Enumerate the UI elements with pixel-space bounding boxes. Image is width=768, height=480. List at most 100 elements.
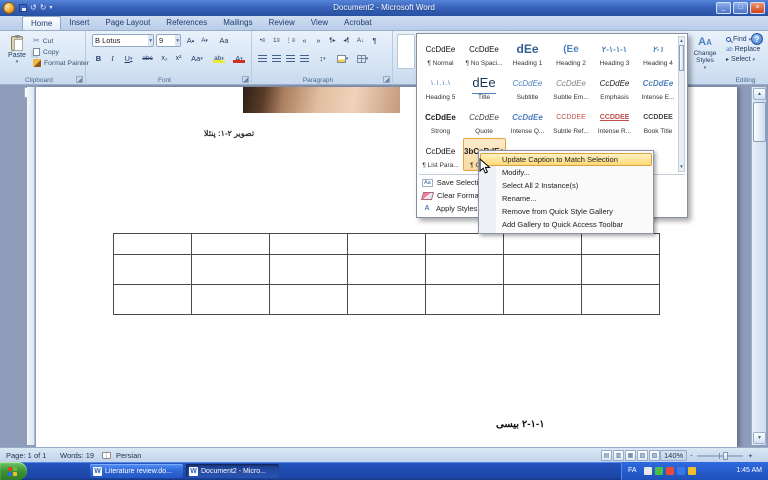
style-item-subtitle[interactable]: CcDdEe Subtitle xyxy=(506,70,549,103)
table-cell[interactable] xyxy=(347,255,425,284)
font-size-combo[interactable]: 9 ▾ xyxy=(156,34,181,47)
tab-page-layout[interactable]: Page Layout xyxy=(97,16,158,30)
menu-item-modify[interactable]: Modify... xyxy=(480,166,652,179)
copy-button[interactable]: Copy xyxy=(33,47,59,57)
table-cell[interactable] xyxy=(191,234,269,254)
network-icon[interactable] xyxy=(677,467,685,475)
menu-item-remove-from-quick-style-gallery[interactable]: Remove from Quick Style Gallery xyxy=(480,205,652,218)
vertical-ruler[interactable] xyxy=(27,87,35,445)
proofing-icon[interactable] xyxy=(102,452,111,459)
show-hide-pilcrow-button[interactable]: ¶ xyxy=(368,34,381,47)
style-item-heading-3[interactable]: ۲-۱-۱-۱ Heading 3 xyxy=(593,36,636,69)
grow-font-button[interactable]: A ▴ xyxy=(184,34,197,47)
tab-mailings[interactable]: Mailings xyxy=(215,16,260,30)
style-item-title[interactable]: dEe Title xyxy=(463,70,506,103)
font-name-combo[interactable]: B Lotus ▾ xyxy=(92,34,154,47)
bold-button[interactable]: B xyxy=(92,52,105,65)
increase-indent-button[interactable]: » xyxy=(312,34,325,47)
underline-button[interactable]: U ▾ xyxy=(120,52,137,65)
left-to-right-button[interactable]: ¶▸ xyxy=(326,34,339,47)
zoom-slider-thumb[interactable] xyxy=(723,452,728,460)
web-layout-view-button[interactable]: ▦ xyxy=(625,450,636,461)
draft-view-button[interactable]: ▨ xyxy=(649,450,660,461)
tab-home[interactable]: Home xyxy=(22,16,62,30)
style-item-intense-r[interactable]: CCDDEE Intense R... xyxy=(593,104,636,137)
table-cell[interactable] xyxy=(425,234,503,254)
find-button[interactable]: Find ▾ xyxy=(726,35,751,44)
taskbar-button-literature-review-do[interactable]: W Literature review.do... xyxy=(90,464,183,478)
tab-view[interactable]: View xyxy=(303,16,336,30)
style-item-intense-q[interactable]: CcDdEe Intense Q... xyxy=(506,104,549,137)
style-item-no-spaci[interactable]: CcDdEe ¶ No Spaci... xyxy=(463,36,506,69)
gallery-scroll-up-icon[interactable]: ▲ xyxy=(679,38,684,44)
style-item-heading-4[interactable]: ۲-۱ Heading 4 xyxy=(637,36,680,69)
maximize-button[interactable]: □ xyxy=(733,2,748,14)
table-cell[interactable] xyxy=(114,285,191,314)
align-center-button[interactable] xyxy=(270,52,283,65)
italic-button[interactable]: I xyxy=(106,52,119,65)
menu-item-rename[interactable]: Rename... xyxy=(480,192,652,205)
close-button[interactable]: × xyxy=(750,2,765,14)
scroll-up-icon[interactable]: ▲ xyxy=(753,88,766,100)
table-cell[interactable] xyxy=(581,255,659,284)
table-cell[interactable] xyxy=(503,234,581,254)
style-item-subtle-em[interactable]: CcDdEe Subtle Em... xyxy=(550,70,593,103)
tab-review[interactable]: Review xyxy=(261,16,303,30)
borders-button[interactable]: ▾ xyxy=(354,52,371,65)
style-item-normal[interactable]: CcDdEe ¶ Normal xyxy=(419,36,462,69)
change-case-button[interactable]: Aa ▾ xyxy=(188,52,206,65)
strikethrough-button[interactable]: abc xyxy=(139,52,156,65)
gallery-scroll-down-icon[interactable]: ▼ xyxy=(679,164,684,170)
highlight-color-button[interactable]: ab ▾ xyxy=(210,52,228,65)
gallery-scrollbar[interactable]: ▲ ▼ xyxy=(678,36,685,172)
start-button[interactable] xyxy=(0,462,27,480)
figure-caption[interactable]: تصویر ۲-۱: پنئلا xyxy=(186,129,272,138)
style-item-subtle-ref[interactable]: CCDDEE Subtle Ref... xyxy=(550,104,593,137)
language-indicator[interactable]: Persian xyxy=(116,448,141,463)
print-layout-view-button[interactable]: ▤ xyxy=(601,450,612,461)
table-cell[interactable] xyxy=(191,285,269,314)
style-item-strong[interactable]: CcDdEe Strong xyxy=(419,104,462,137)
tab-insert[interactable]: Insert xyxy=(61,16,97,30)
table-cell[interactable] xyxy=(269,255,347,284)
clipboard-dialog-launcher[interactable] xyxy=(76,76,83,83)
subscript-button[interactable]: x₂ xyxy=(158,52,171,65)
cut-button[interactable]: ✂ Cut xyxy=(33,36,53,46)
align-left-button[interactable] xyxy=(256,52,269,65)
zoom-in-button[interactable]: + xyxy=(746,450,755,461)
help-button[interactable]: ? xyxy=(751,33,763,45)
table-cell[interactable] xyxy=(191,255,269,284)
tab-acrobat[interactable]: Acrobat xyxy=(336,16,380,30)
select-button[interactable]: ▸ Select ▾ xyxy=(726,55,755,64)
bullets-button[interactable]: •≡ xyxy=(256,34,269,47)
clear-formatting-button[interactable]: Aa xyxy=(216,34,232,47)
menu-item-select-all-2-instance-s[interactable]: Select All 2 Instance(s) xyxy=(480,179,652,192)
table-cell[interactable] xyxy=(425,285,503,314)
tray-app-icon[interactable] xyxy=(644,467,652,475)
tray-alert-icon[interactable] xyxy=(666,467,674,475)
font-dialog-launcher[interactable] xyxy=(242,76,249,83)
table-cell[interactable] xyxy=(114,234,191,254)
table-cell[interactable] xyxy=(581,285,659,314)
table-cell[interactable] xyxy=(269,234,347,254)
scroll-down-icon[interactable]: ▼ xyxy=(753,432,766,444)
paragraph-dialog-launcher[interactable] xyxy=(383,76,390,83)
change-styles-button[interactable]: AA Change Styles ▾ xyxy=(687,33,723,75)
zoom-out-button[interactable]: - xyxy=(687,450,696,461)
decrease-indent-button[interactable]: « xyxy=(298,34,311,47)
multilevel-list-button[interactable]: ⋮≡ xyxy=(284,34,297,47)
scrollbar-thumb[interactable] xyxy=(753,102,766,142)
menu-item-update-caption-to-match-selection[interactable]: Update Caption to Match Selection xyxy=(480,153,652,166)
numbering-button[interactable]: 1≡ xyxy=(270,34,283,47)
table-cell[interactable] xyxy=(269,285,347,314)
menu-item-add-gallery-to-quick-access-toolbar[interactable]: Add Gallery to Quick Access Toolbar xyxy=(480,218,652,231)
format-painter-button[interactable]: Format Painter xyxy=(33,58,89,68)
zoom-slider[interactable] xyxy=(697,452,743,460)
volume-icon[interactable] xyxy=(688,467,696,475)
justify-button[interactable] xyxy=(298,52,311,65)
right-to-left-button[interactable]: ◂¶ xyxy=(340,34,353,47)
table-cell[interactable] xyxy=(503,255,581,284)
style-item-heading-1[interactable]: dEe Heading 1 xyxy=(506,36,549,69)
style-item-list-para[interactable]: CcDdEe ¶ List Para... xyxy=(419,138,462,171)
table-cell[interactable] xyxy=(581,234,659,254)
